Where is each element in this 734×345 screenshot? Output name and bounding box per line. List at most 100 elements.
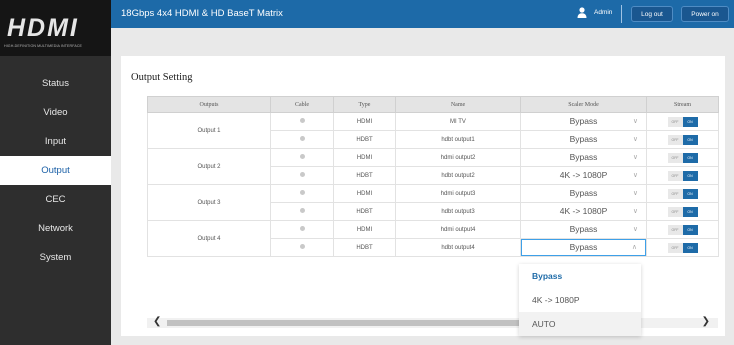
- stream-off-option[interactable]: OFF: [667, 188, 683, 199]
- stream-toggle[interactable]: OFF ON: [667, 224, 698, 235]
- stream-off-option[interactable]: OFF: [667, 134, 683, 145]
- stream-toggle[interactable]: OFF ON: [667, 188, 698, 199]
- stream-toggle[interactable]: OFF ON: [667, 206, 698, 217]
- stream-off-option[interactable]: OFF: [667, 152, 683, 163]
- app-title: 18Gbps 4x4 HDMI & HD BaseT Matrix: [121, 8, 283, 19]
- type-cell: HDBT: [333, 238, 396, 257]
- column-header-cable: Cable: [270, 96, 334, 113]
- chevron-down-icon: ∨: [632, 208, 638, 215]
- scaler-mode-value: Bypass: [569, 188, 598, 198]
- stream-on-option[interactable]: ON: [682, 206, 698, 217]
- scaler-mode-select[interactable]: Bypass ∧: [521, 239, 646, 256]
- scaler-mode-select[interactable]: 4K -> 1080P ∨: [521, 167, 646, 184]
- type-cell: HDBT: [333, 130, 396, 149]
- cable-status-icon: [299, 208, 305, 213]
- stream-on-option[interactable]: ON: [682, 134, 698, 145]
- scaler-cell: Bypass ∨: [520, 148, 647, 167]
- table-header-row: Outputs Cable Type Name Scaler Mode Stream: [147, 96, 719, 113]
- cable-cell: [270, 112, 334, 131]
- sidebar-item-system[interactable]: System: [0, 243, 111, 272]
- scaler-cell: Bypass ∨: [520, 184, 647, 203]
- logo-subtitle: HIGH-DEFINITION MULTIMEDIA INTERFACE: [4, 44, 83, 48]
- sidebar-item-video[interactable]: Video: [0, 98, 111, 127]
- scaler-cell: 4K -> 1080P ∨: [520, 166, 647, 185]
- scroll-right-icon[interactable]: ❯: [702, 316, 710, 327]
- scaler-mode-select[interactable]: 4K -> 1080P ∨: [521, 203, 646, 220]
- name-field[interactable]: hdmi output2: [395, 148, 521, 167]
- name-field[interactable]: hdmi output4: [395, 220, 521, 239]
- sidebar-item-input[interactable]: Input: [0, 127, 111, 156]
- type-cell: HDBT: [333, 166, 396, 185]
- scaler-mode-select[interactable]: Bypass ∨: [521, 185, 646, 202]
- user-icon: [577, 7, 587, 18]
- stream-off-option[interactable]: OFF: [667, 116, 683, 127]
- scaler-mode-value: Bypass: [569, 224, 598, 234]
- stream-off-option[interactable]: OFF: [667, 224, 683, 235]
- output-label: Output 3: [147, 184, 271, 221]
- cable-status-icon: [299, 226, 305, 231]
- scaler-mode-dropdown: Bypass 4K -> 1080P AUTO: [519, 264, 641, 336]
- sidebar-item-status[interactable]: Status: [0, 69, 111, 98]
- sidebar-item-cec[interactable]: CEC: [0, 185, 111, 214]
- logo-text: HDMI: [7, 14, 79, 42]
- output-table: Outputs Cable Type Name Scaler Mode Stream Ou…: [147, 96, 719, 257]
- scrollbar-thumb[interactable]: [167, 320, 551, 326]
- scaler-cell: Bypass ∨: [520, 220, 647, 239]
- cable-cell: [270, 220, 334, 239]
- logout-button[interactable]: Log out: [631, 6, 673, 22]
- sidebar-nav: Status Video Input Output CEC Network System: [0, 69, 111, 272]
- scaler-mode-select[interactable]: Bypass ∨: [521, 131, 646, 148]
- column-header-outputs: Outputs: [147, 96, 271, 113]
- stream-toggle[interactable]: OFF ON: [667, 242, 698, 253]
- stream-toggle[interactable]: OFF ON: [667, 152, 698, 163]
- name-field[interactable]: MI TV: [395, 112, 521, 131]
- stream-toggle[interactable]: OFF ON: [667, 134, 698, 145]
- stream-off-option[interactable]: OFF: [667, 206, 683, 217]
- stream-cell: OFF ON: [646, 238, 719, 257]
- scaler-cell: Bypass ∨: [520, 112, 647, 131]
- scaler-mode-select[interactable]: Bypass ∨: [521, 221, 646, 238]
- chevron-up-icon: ∧: [631, 244, 637, 251]
- table-row: Output 2 HDMI hdmi output2 Bypass ∨ OFF ON: [147, 148, 719, 185]
- column-header-stream: Stream: [646, 96, 719, 113]
- stream-off-option[interactable]: OFF: [667, 242, 683, 253]
- top-bar: 18Gbps 4x4 HDMI & HD BaseT Matrix Admin …: [111, 0, 734, 28]
- stream-on-option[interactable]: ON: [682, 242, 698, 253]
- output-label: Output 1: [147, 112, 271, 149]
- stream-on-option[interactable]: ON: [682, 170, 698, 181]
- name-field[interactable]: hdmi output3: [395, 184, 521, 203]
- scaler-cell: Bypass ∨: [520, 130, 647, 149]
- sidebar-item-output[interactable]: Output: [0, 156, 111, 185]
- scaler-mode-select[interactable]: Bypass ∨: [521, 149, 646, 166]
- scaler-mode-value: Bypass: [569, 134, 598, 144]
- stream-on-option[interactable]: ON: [682, 152, 698, 163]
- scaler-mode-select[interactable]: Bypass ∨: [521, 113, 646, 130]
- stream-cell: OFF ON: [646, 112, 719, 131]
- stream-cell: OFF ON: [646, 202, 719, 221]
- table-row: Output 4 HDMI hdmi output4 Bypass ∨ OFF ON: [147, 220, 719, 257]
- power-on-button[interactable]: Power on: [681, 6, 729, 22]
- stream-off-option[interactable]: OFF: [667, 170, 683, 181]
- stream-toggle[interactable]: OFF ON: [667, 116, 698, 127]
- table-row: Output 3 HDMI hdmi output3 Bypass ∨ OFF ON: [147, 184, 719, 221]
- name-field[interactable]: hdbt output3: [395, 202, 521, 221]
- name-field[interactable]: hdbt output2: [395, 166, 521, 185]
- dropdown-option[interactable]: 4K -> 1080P: [519, 288, 641, 312]
- stream-on-option[interactable]: ON: [682, 116, 698, 127]
- dropdown-option[interactable]: AUTO: [519, 312, 641, 336]
- name-field[interactable]: hdbt output1: [395, 130, 521, 149]
- stream-cell: OFF ON: [646, 220, 719, 239]
- column-header-type: Type: [333, 96, 396, 113]
- scaler-mode-value: Bypass: [569, 116, 598, 126]
- scroll-left-icon[interactable]: ❮: [153, 316, 161, 327]
- stream-toggle[interactable]: OFF ON: [667, 170, 698, 181]
- cable-cell: [270, 202, 334, 221]
- stream-on-option[interactable]: ON: [682, 188, 698, 199]
- dropdown-option[interactable]: Bypass: [519, 264, 641, 288]
- stream-cell: OFF ON: [646, 184, 719, 203]
- chevron-down-icon: ∨: [632, 118, 638, 125]
- table-row: Output 1 HDMI MI TV Bypass ∨ OFF ON: [147, 112, 719, 149]
- sidebar-item-network[interactable]: Network: [0, 214, 111, 243]
- stream-on-option[interactable]: ON: [682, 224, 698, 235]
- name-field[interactable]: hdbt output4: [395, 238, 521, 257]
